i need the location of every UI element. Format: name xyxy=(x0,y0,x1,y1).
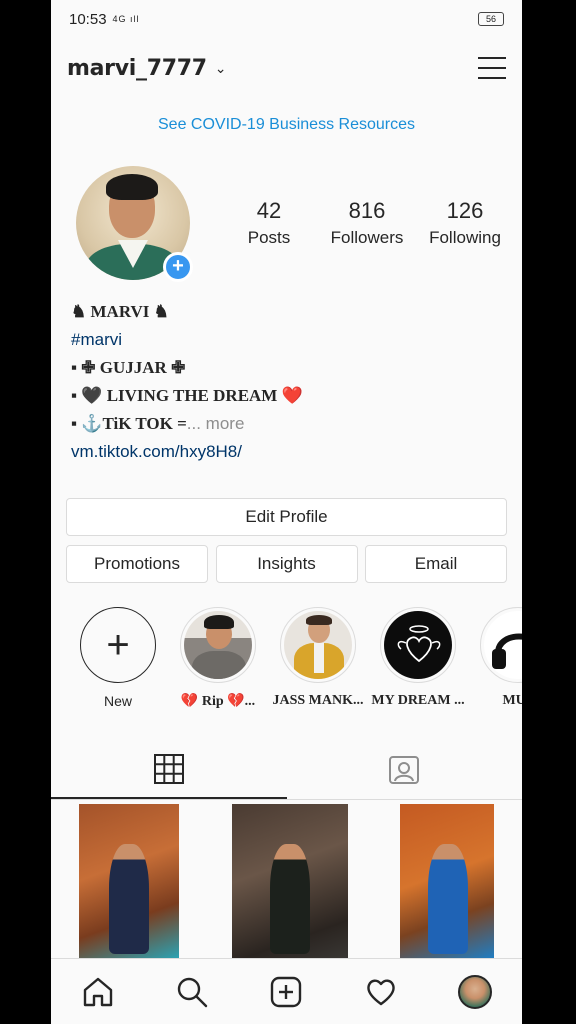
heart-icon[interactable] xyxy=(364,975,398,1009)
battery-icon: 56 xyxy=(478,12,504,26)
plus-icon[interactable]: + xyxy=(80,607,156,683)
account-switcher[interactable]: marvi_7777 xyxy=(67,56,207,81)
tab-tagged[interactable] xyxy=(287,740,523,799)
followers-stat[interactable]: 816 Followers xyxy=(318,198,416,248)
add-story-icon[interactable]: + xyxy=(163,252,193,282)
post-thumbnail[interactable] xyxy=(231,804,348,960)
action-buttons: Promotions Insights Email xyxy=(66,545,507,583)
highlight-item[interactable]: 💔 Rip 💔... xyxy=(168,607,268,710)
bio-line: ▪ ⚓TiK TOK =... more xyxy=(71,414,245,433)
bio-line: ▪ ✙ GUJJAR ✙ xyxy=(71,358,186,377)
tagged-person-icon xyxy=(389,755,420,784)
profile-avatar-icon[interactable] xyxy=(457,974,492,1009)
phone-screen: 10:53 4G ıll 56 marvi_7777 ⌄ See COVID-1… xyxy=(51,0,522,1024)
email-button[interactable]: Email xyxy=(365,545,507,583)
highlight-item[interactable]: JASS MANK... xyxy=(268,607,368,710)
promotions-button[interactable]: Promotions xyxy=(66,545,208,583)
bio-hashtag[interactable]: #marvi xyxy=(71,326,502,354)
grid-icon xyxy=(153,753,184,784)
covid-resources-link[interactable]: See COVID-19 Business Resources xyxy=(51,116,522,134)
tab-grid[interactable] xyxy=(51,740,287,799)
profile-header: marvi_7777 ⌄ xyxy=(51,38,522,98)
profile-bio: ♞ MARVI ♞ #marvi ▪ ✙ GUJJAR ✙ ▪ 🖤 LIVING… xyxy=(51,280,522,466)
highlight-new[interactable]: + New xyxy=(68,607,168,710)
heart-icon: ❤️ xyxy=(281,386,303,405)
bio-website-link[interactable]: vm.tiktok.com/hxy8H8/ xyxy=(71,438,502,466)
bio-more-link[interactable]: ... more xyxy=(187,414,245,433)
highlight-item[interactable]: MUS xyxy=(468,607,522,710)
signal-icon: 4G ıll xyxy=(112,14,140,24)
chevron-down-icon[interactable]: ⌄ xyxy=(215,60,227,77)
posts-stat[interactable]: 42 Posts xyxy=(220,198,318,248)
bottom-nav xyxy=(51,958,522,1024)
posts-grid xyxy=(51,800,522,960)
bio-line: ▪ 🖤 LIVING THE DREAM ❤️ xyxy=(71,386,303,405)
story-highlights: + New 💔 Rip 💔... JASS MANK... MY DREAM .… xyxy=(51,607,522,710)
profile-tabs xyxy=(51,740,522,800)
post-thumbnail[interactable] xyxy=(79,804,179,960)
profile-stats: 42 Posts 816 Followers 126 Following xyxy=(220,198,514,248)
home-icon[interactable] xyxy=(81,975,115,1009)
edit-profile-button[interactable]: Edit Profile xyxy=(66,498,507,536)
menu-icon[interactable] xyxy=(478,57,506,79)
headphones-icon xyxy=(492,633,522,669)
highlight-item[interactable]: MY DREAM ... xyxy=(368,607,468,710)
status-time: 10:53 xyxy=(69,10,107,28)
profile-summary: + 42 Posts 816 Followers 126 Following xyxy=(51,166,522,282)
bio-name: ♞ MARVI ♞ xyxy=(71,302,169,321)
insights-button[interactable]: Insights xyxy=(215,545,358,583)
profile-avatar[interactable]: + xyxy=(76,166,193,282)
following-stat[interactable]: 126 Following xyxy=(416,198,514,248)
post-thumbnail[interactable] xyxy=(400,804,494,960)
status-bar: 10:53 4G ıll 56 xyxy=(51,0,522,38)
new-post-icon[interactable] xyxy=(269,975,303,1009)
search-icon[interactable] xyxy=(175,975,209,1009)
angel-heart-icon xyxy=(397,625,441,663)
